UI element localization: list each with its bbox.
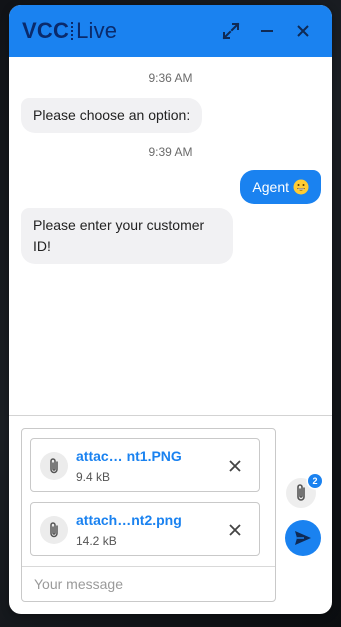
- grinning-face-icon: [293, 179, 309, 195]
- send-button[interactable]: [285, 520, 321, 556]
- close-button[interactable]: [291, 19, 315, 43]
- attachment-file-icon-wrap: [40, 516, 68, 544]
- paperclip-icon: [50, 458, 58, 474]
- composer-separator: [22, 566, 275, 567]
- paperclip-icon: [50, 522, 58, 538]
- minimize-icon: [261, 30, 273, 32]
- chat-widget: VCC Live 9:36 AM Please choose an option…: [9, 5, 332, 614]
- vcc-live-logo: VCC Live: [22, 16, 117, 46]
- composer-box: attac… nt1.PNG 9.4 kB attach…nt2.png 14.…: [21, 428, 276, 602]
- outgoing-message: Agent: [240, 170, 321, 204]
- attachment-size: 14.2 kB: [76, 534, 117, 548]
- logo-separator: [71, 22, 74, 40]
- remove-attachment-icon[interactable]: [227, 458, 243, 474]
- minimize-button[interactable]: [255, 19, 279, 43]
- attachment-file-icon-wrap: [40, 452, 68, 480]
- logo-vcc-text: VCC: [22, 18, 70, 43]
- expand-button[interactable]: [219, 19, 243, 43]
- attachment-item: attach…nt2.png 14.2 kB: [30, 502, 260, 556]
- remove-attachment-icon[interactable]: [227, 522, 243, 538]
- close-icon: [297, 25, 309, 37]
- attachment-size: 9.4 kB: [76, 470, 111, 484]
- send-icon: [295, 531, 311, 545]
- attachment-name[interactable]: attach…nt2.png: [76, 512, 182, 528]
- message-text: Please enter your customer ID!: [33, 217, 205, 254]
- incoming-message: Please choose an option:: [21, 98, 203, 133]
- logo-live-text: Live: [76, 18, 118, 43]
- chat-header: VCC Live: [9, 5, 332, 57]
- composer-divider: [9, 415, 332, 416]
- paperclip-icon: [297, 484, 305, 501]
- attachment-name[interactable]: attac… nt1.PNG: [76, 448, 182, 464]
- message-list[interactable]: 9:36 AM Please choose an option: 9:39 AM…: [9, 57, 332, 415]
- attachment-item: attac… nt1.PNG 9.4 kB: [30, 438, 260, 492]
- expand-icon: [222, 22, 240, 40]
- timestamp: 9:39 AM: [148, 145, 193, 159]
- incoming-message: Please enter your customer ID!: [21, 208, 233, 264]
- message-text: Agent: [252, 179, 289, 195]
- timestamp: 9:36 AM: [148, 71, 193, 85]
- message-text: Please choose an option:: [33, 107, 191, 123]
- message-input[interactable]: [23, 568, 274, 600]
- attachment-count-badge: 2: [308, 474, 322, 488]
